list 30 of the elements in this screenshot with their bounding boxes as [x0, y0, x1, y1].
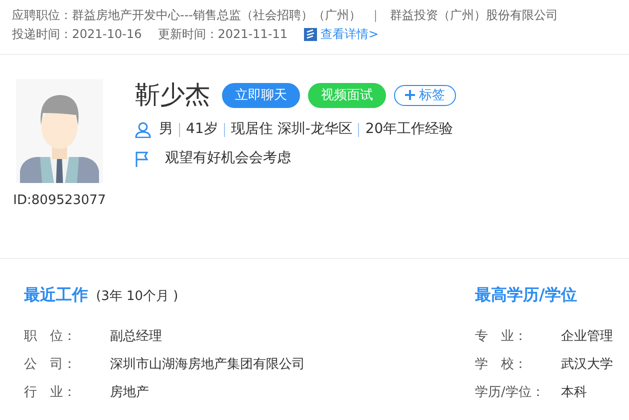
profile-fact: 现居住 深圳-龙华区: [230, 120, 352, 139]
candidate-name: 靳少杰: [135, 79, 210, 111]
profile-fact: 41岁: [186, 120, 218, 139]
update-date: 更新时间：2021-11-11: [158, 26, 288, 43]
field-value: 本科: [561, 384, 587, 402]
field-value: 武汉大学: [561, 356, 613, 374]
video-button[interactable]: 视频面试: [308, 82, 386, 108]
field-value: 深圳市山湖海房地产集团有限公司: [110, 356, 305, 374]
field-value: 副总经理: [110, 328, 162, 346]
job-status: 观望有好机会会考虑: [165, 149, 291, 168]
field-label: 学历/学位：: [475, 384, 546, 402]
field-label: 专 业：: [475, 328, 528, 346]
company-name: 群益投资（广州）股份有限公司: [390, 7, 558, 24]
profile-fact: 20年工作经验: [365, 120, 454, 139]
details-link[interactable]: 查看详情>: [320, 25, 379, 44]
field-label: 学 校：: [475, 356, 528, 374]
field-value: 企业管理: [561, 328, 613, 346]
section-title: 最近工作: [24, 284, 88, 306]
section-title: 最高学历/学位: [475, 284, 577, 306]
tag-button[interactable]: 标签: [394, 84, 456, 106]
field-label: 公 司：: [24, 356, 77, 374]
field-label: 职 位：: [24, 328, 77, 346]
chat-button[interactable]: 立即聊天: [222, 82, 300, 108]
work-duration: (3年 10个月 ): [96, 288, 178, 306]
field-label: 行 业：: [24, 384, 77, 402]
candidate-id: ID:809523077: [13, 192, 106, 210]
submit-date: 投递时间：2021-10-16: [12, 26, 142, 43]
field-value: 房地产: [110, 384, 149, 402]
profile-fact: 男: [159, 120, 173, 139]
applied-position-text: 应聘职位：群益房地产开发中心---销售总监（社会招聘）（广州）: [12, 7, 361, 24]
